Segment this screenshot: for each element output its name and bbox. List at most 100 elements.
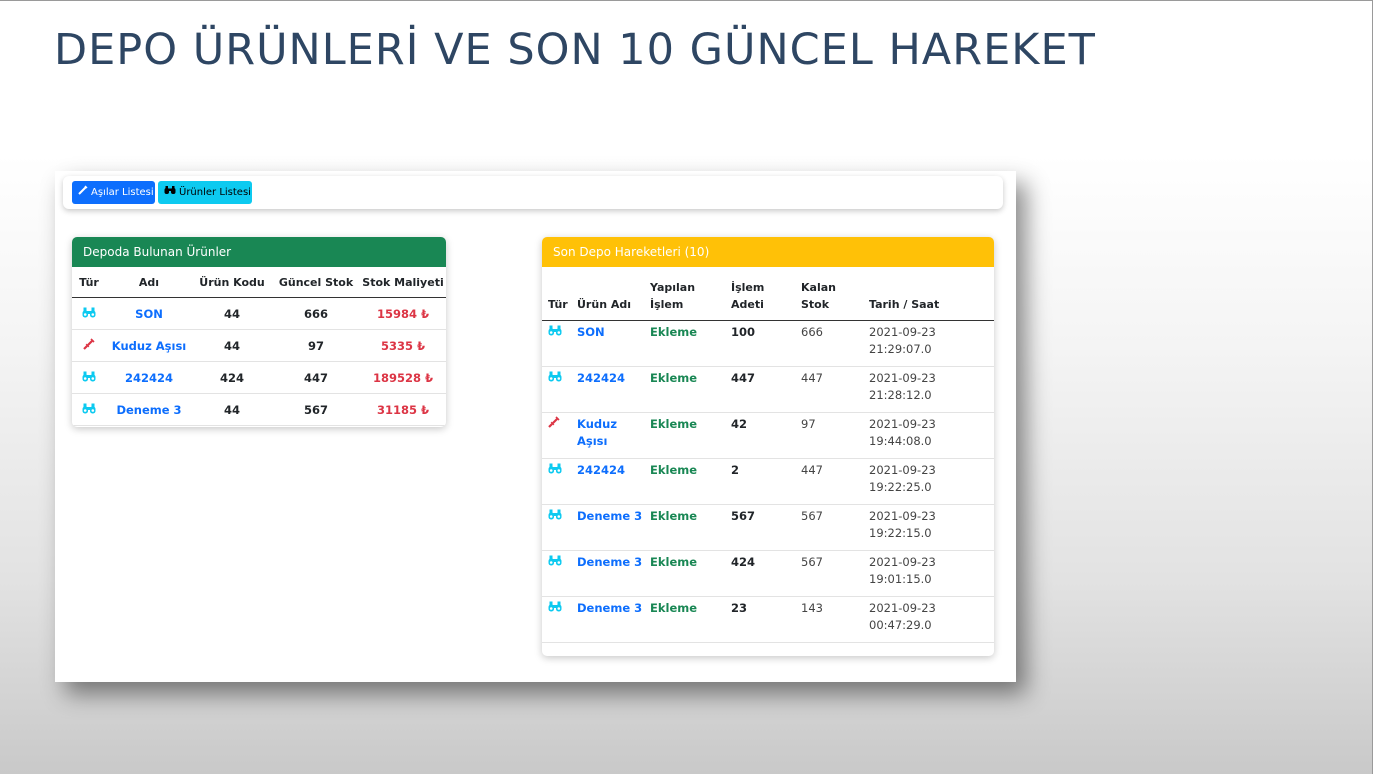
action-cell: Ekleme <box>644 458 725 505</box>
remaining-cell: 567 <box>795 550 863 597</box>
stock-cost: 31185 ₺ <box>360 393 446 426</box>
qty-cell: 2 <box>725 458 795 505</box>
product-code: 44 <box>192 297 272 330</box>
datetime-cell: 2021-09-23 00:47:29.0 <box>863 596 994 643</box>
table-row: 242424 Ekleme 447 447 2021-09-23 21:28:12.0 <box>542 366 994 413</box>
date-text: 2021-09-23 <box>869 555 936 569</box>
col-datetime: Tarih / Saat <box>863 267 994 321</box>
current-stock: 567 <box>272 393 360 426</box>
remaining-cell: 97 <box>795 412 863 459</box>
recent-movements-header: Son Depo Hareketleri (10) <box>542 237 994 267</box>
remaining-cell: 447 <box>795 366 863 413</box>
type-cell <box>542 458 571 505</box>
product-name-link[interactable]: Deneme 3 <box>571 504 644 551</box>
binoculars-icon <box>548 462 562 474</box>
product-name-link[interactable]: SON <box>106 297 192 330</box>
product-name-link[interactable]: 242424 <box>571 366 644 413</box>
binoculars-icon <box>164 181 176 204</box>
table-row: Deneme 3 Ekleme 23 143 2021-09-23 00:47:29.0 <box>542 596 994 643</box>
type-cell <box>72 361 106 394</box>
stock-cost: 5335 ₺ <box>360 329 446 362</box>
date-text: 2021-09-23 <box>869 417 936 431</box>
syringe-icon <box>548 416 560 433</box>
current-stock: 97 <box>272 329 360 362</box>
col-cost: Stok Maliyeti <box>360 267 446 298</box>
action-cell: Ekleme <box>644 596 725 643</box>
syringe-icon <box>78 181 88 204</box>
date-text: 2021-09-23 <box>869 325 936 339</box>
date-text: 2021-09-23 <box>869 509 936 523</box>
time-text: 21:29:07.0 <box>869 342 932 356</box>
product-name-link[interactable]: Deneme 3 <box>571 596 644 643</box>
date-text: 2021-09-23 <box>869 601 936 615</box>
table-row: Deneme 3 Ekleme 424 567 2021-09-23 19:01:15.0 <box>542 550 994 597</box>
binoculars-icon <box>548 324 562 336</box>
type-cell <box>542 504 571 551</box>
time-text: 19:44:08.0 <box>869 434 932 448</box>
date-text: 2021-09-23 <box>869 371 936 385</box>
type-cell <box>542 596 571 643</box>
qty-cell: 23 <box>725 596 795 643</box>
datetime-cell: 2021-09-23 19:01:15.0 <box>863 550 994 597</box>
remaining-cell: 567 <box>795 504 863 551</box>
time-text: 21:28:12.0 <box>869 388 932 402</box>
binoculars-icon <box>548 370 562 382</box>
table-row: 242424 Ekleme 2 447 2021-09-23 19:22:25.0 <box>542 458 994 505</box>
product-code: 44 <box>192 329 272 362</box>
action-cell: Ekleme <box>644 320 725 367</box>
col-code: Ürün Kodu <box>192 267 272 298</box>
qty-cell: 447 <box>725 366 795 413</box>
stock-cost: 15984 ₺ <box>360 297 446 330</box>
type-cell <box>542 366 571 413</box>
product-name-link[interactable]: SON <box>571 320 644 367</box>
navbar: Aşılar Listesi Ürünler Listesi <box>63 176 1003 209</box>
product-name-link[interactable]: 242424 <box>571 458 644 505</box>
action-cell: Ekleme <box>644 550 725 597</box>
datetime-cell: 2021-09-23 21:28:12.0 <box>863 366 994 413</box>
col-stock: Güncel Stok <box>272 267 360 298</box>
qty-cell: 42 <box>725 412 795 459</box>
date-text: 2021-09-23 <box>869 463 936 477</box>
action-cell: Ekleme <box>644 366 725 413</box>
col-product-name: Ürün Adı <box>571 267 644 321</box>
table-row: SON 44 666 15984 ₺ <box>72 297 446 330</box>
product-name-link[interactable]: Deneme 3 <box>571 550 644 597</box>
remaining-cell: 143 <box>795 596 863 643</box>
product-name-link[interactable]: Deneme 3 <box>106 393 192 426</box>
recent-movements-card: Son Depo Hareketleri (10) Tür Ürün Adı Y… <box>542 237 994 656</box>
datetime-cell: 2021-09-23 19:22:15.0 <box>863 504 994 551</box>
products-list-label: Ürünler Listesi <box>179 187 251 198</box>
stock-cost: 189528 ₺ <box>360 361 446 394</box>
action-cell: Ekleme <box>644 504 725 551</box>
table-row: SON Ekleme 100 666 2021-09-23 21:29:07.0 <box>542 320 994 367</box>
app-screenshot: Aşılar Listesi Ürünler Listesi Depoda Bu… <box>55 171 1016 682</box>
type-cell <box>72 393 106 426</box>
col-remaining: Kalan Stok <box>795 267 863 321</box>
datetime-cell: 2021-09-23 21:29:07.0 <box>863 320 994 367</box>
binoculars-icon <box>82 371 96 382</box>
product-name-link[interactable]: 242424 <box>106 361 192 394</box>
table-row: Kuduz Aşısı 44 97 5335 ₺ <box>72 329 446 362</box>
product-name-link[interactable]: Kuduz Aşısı <box>106 329 192 362</box>
recent-movements-table: Tür Ürün Adı Yapılan İşlem İşlem Adeti K… <box>542 267 994 643</box>
time-text: 19:22:25.0 <box>869 480 932 494</box>
table-row: Deneme 3 44 567 31185 ₺ <box>72 393 446 426</box>
col-qty: İşlem Adeti <box>725 267 795 321</box>
binoculars-icon <box>548 554 562 566</box>
type-cell <box>72 297 106 330</box>
syringe-icon <box>83 338 95 353</box>
depot-products-header: Depoda Bulunan Ürünler <box>72 237 446 267</box>
products-list-button[interactable]: Ürünler Listesi <box>158 181 252 204</box>
col-name: Adı <box>106 267 192 298</box>
type-cell <box>542 412 571 459</box>
qty-cell: 100 <box>725 320 795 367</box>
time-text: 19:22:15.0 <box>869 526 932 540</box>
product-code: 44 <box>192 393 272 426</box>
datetime-cell: 2021-09-23 19:44:08.0 <box>863 412 994 459</box>
current-stock: 666 <box>272 297 360 330</box>
type-cell <box>72 329 106 362</box>
product-name-link[interactable]: Kuduz Aşısı <box>571 412 644 459</box>
slide-title: DEPO ÜRÜNLERİ VE SON 10 GÜNCEL HAREKET <box>54 25 1096 75</box>
vaccines-list-button[interactable]: Aşılar Listesi <box>72 181 155 204</box>
col-type: Tür <box>72 267 106 298</box>
